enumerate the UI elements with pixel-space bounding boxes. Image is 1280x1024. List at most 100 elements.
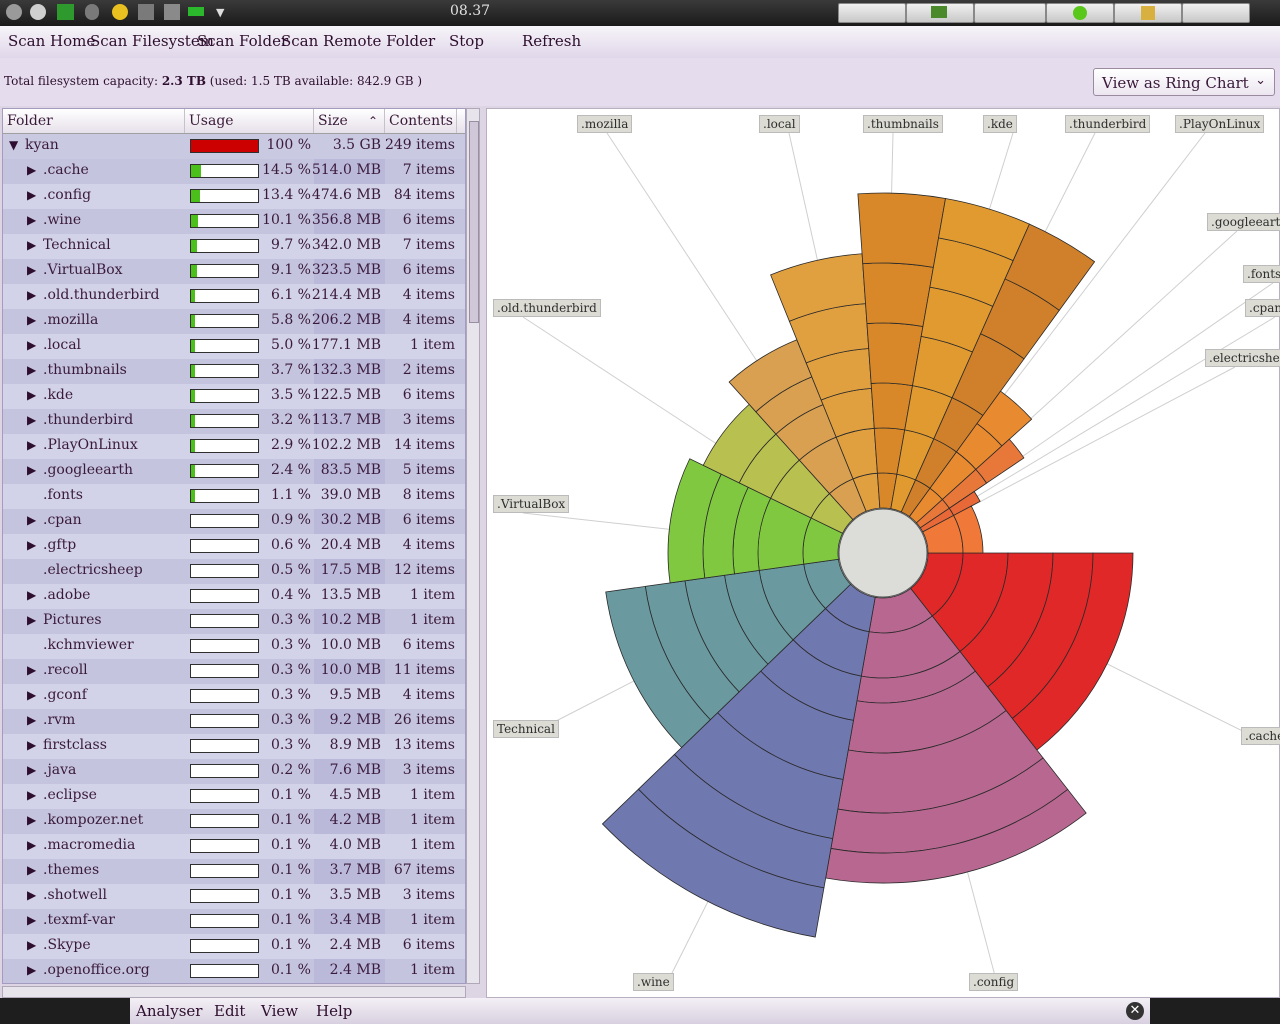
size-column-header[interactable]: Size ⌃ xyxy=(314,109,385,133)
expander-collapsed-icon[interactable]: ▶ xyxy=(27,613,36,627)
expander-collapsed-icon[interactable]: ▶ xyxy=(27,513,36,527)
table-row[interactable]: ▶ .config 13.4 % 474.6 MB 84 items xyxy=(3,184,465,209)
table-row[interactable]: ▶ Technical 9.7 % 342.0 MB 7 items xyxy=(3,234,465,259)
expander-collapsed-icon[interactable]: ▶ xyxy=(27,963,36,977)
table-row[interactable]: ▶ .cache 14.5 % 514.0 MB 7 items xyxy=(3,159,465,184)
table-row[interactable]: ▶ Pictures 0.3 % 10.2 MB 1 item xyxy=(3,609,465,634)
task-button[interactable] xyxy=(838,3,906,23)
expander-collapsed-icon[interactable]: ▶ xyxy=(27,813,36,827)
expander-collapsed-icon[interactable]: ▶ xyxy=(27,238,36,252)
clock-applet-icon[interactable] xyxy=(30,4,46,20)
table-row[interactable]: ▶ .wine 10.1 % 356.8 MB 6 items xyxy=(3,209,465,234)
menu-view[interactable]: View xyxy=(261,1002,298,1020)
expander-collapsed-icon[interactable]: ▶ xyxy=(27,713,36,727)
tool-icon[interactable] xyxy=(138,4,154,20)
view-mode-select[interactable]: View as Ring Chart ⌄ xyxy=(1093,68,1275,96)
close-icon[interactable]: ✕ xyxy=(1126,1002,1144,1020)
clock[interactable]: 08.37 xyxy=(450,3,490,19)
table-row[interactable]: ▶ .old.thunderbird 6.1 % 214.4 MB 4 items xyxy=(3,284,465,309)
app-menu-icon[interactable] xyxy=(6,4,22,20)
table-row[interactable]: ▶ .googleearth 2.4 % 83.5 MB 5 items xyxy=(3,459,465,484)
ring-chart[interactable] xyxy=(487,109,1279,997)
table-row[interactable]: ▶ .gconf 0.3 % 9.5 MB 4 items xyxy=(3,684,465,709)
ring-center[interactable] xyxy=(838,508,928,598)
expander-collapsed-icon[interactable]: ▶ xyxy=(27,338,36,352)
folder-tree[interactable]: Folder Usage Size ⌃ Contents ▼ kyan 100 % 3.… xyxy=(2,108,466,984)
table-row[interactable]: ▶ .openoffice.org 0.1 % 2.4 MB 1 item xyxy=(3,959,465,983)
table-row[interactable]: ▶ .texmf-var 0.1 % 3.4 MB 1 item xyxy=(3,909,465,934)
table-row[interactable]: ▶ .Skype 0.1 % 2.4 MB 6 items xyxy=(3,934,465,959)
expander-collapsed-icon[interactable]: ▶ xyxy=(27,463,36,477)
scan-home-button[interactable]: Scan Home xyxy=(8,32,95,50)
table-row[interactable]: ▶ .VirtualBox 9.1 % 323.5 MB 6 items xyxy=(3,259,465,284)
stop-button[interactable]: Stop xyxy=(449,32,484,50)
contents-column-header[interactable]: Contents xyxy=(385,109,457,133)
table-row[interactable]: ▶ .rvm 0.3 % 9.2 MB 26 items xyxy=(3,709,465,734)
vertical-scrollbar[interactable] xyxy=(466,108,480,984)
expander-collapsed-icon[interactable]: ▶ xyxy=(27,888,36,902)
horizontal-scrollbar[interactable] xyxy=(2,986,466,998)
expander-collapsed-icon[interactable]: ▶ xyxy=(27,388,36,402)
scan-folder-button[interactable]: Scan Folder xyxy=(197,32,288,50)
scan-remote-folder-button[interactable]: Scan Remote Folder xyxy=(281,32,435,50)
table-row[interactable]: ▶ firstclass 0.3 % 8.9 MB 13 items xyxy=(3,734,465,759)
broom-icon[interactable] xyxy=(164,4,180,20)
menu-edit[interactable]: Edit xyxy=(214,1002,245,1020)
table-row[interactable]: ▼ kyan 100 % 3.5 GB 249 items xyxy=(3,134,465,159)
expander-collapsed-icon[interactable]: ▶ xyxy=(27,163,36,177)
expander-collapsed-icon[interactable]: ▶ xyxy=(27,588,36,602)
refresh-button[interactable]: Refresh xyxy=(522,32,581,50)
task-button-4[interactable] xyxy=(1114,3,1182,23)
ring-chart-panel[interactable]: .mozilla .local .thumbnails .kde .thunderbir… xyxy=(486,108,1280,998)
expander-collapsed-icon[interactable]: ▶ xyxy=(27,663,36,677)
folder-column-header[interactable]: Folder xyxy=(3,109,185,133)
table-row[interactable]: ▶ .adobe 0.4 % 13.5 MB 1 item xyxy=(3,584,465,609)
table-row[interactable]: ▶ .themes 0.1 % 3.7 MB 67 items xyxy=(3,859,465,884)
expander-collapsed-icon[interactable]: ▶ xyxy=(27,688,36,702)
thumbnails-segment[interactable] xyxy=(857,192,946,268)
task-button-3[interactable] xyxy=(1046,3,1114,23)
refresh-icon[interactable] xyxy=(85,4,99,20)
table-row[interactable]: ▶ .macromedia 0.1 % 4.0 MB 1 item xyxy=(3,834,465,859)
table-row[interactable]: ▶ .PlayOnLinux 2.9 % 102.2 MB 14 items xyxy=(3,434,465,459)
table-row[interactable]: ▶ .thumbnails 3.7 % 132.3 MB 2 items xyxy=(3,359,465,384)
home-task-button[interactable] xyxy=(906,3,974,23)
table-row[interactable]: ▶ .shotwell 0.1 % 3.5 MB 3 items xyxy=(3,884,465,909)
expander-collapsed-icon[interactable]: ▶ xyxy=(27,313,36,327)
table-row[interactable]: ▶ .java 0.2 % 7.6 MB 3 items xyxy=(3,759,465,784)
usage-column-header[interactable]: Usage xyxy=(185,109,314,133)
table-row[interactable]: .kchmviewer 0.3 % 10.0 MB 6 items xyxy=(3,634,465,659)
expander-collapsed-icon[interactable]: ▶ xyxy=(27,438,36,452)
table-row[interactable]: ▶ .local 5.0 % 177.1 MB 1 item xyxy=(3,334,465,359)
table-row[interactable]: ▶ .eclipse 0.1 % 4.5 MB 1 item xyxy=(3,784,465,809)
task-button-2[interactable] xyxy=(974,3,1046,23)
expander-collapsed-icon[interactable]: ▶ xyxy=(27,538,36,552)
table-row[interactable]: .electricsheep 0.5 % 17.5 MB 12 items xyxy=(3,559,465,584)
expander-collapsed-icon[interactable]: ▶ xyxy=(27,863,36,877)
table-row[interactable]: ▶ .kde 3.5 % 122.5 MB 6 items xyxy=(3,384,465,409)
battery-icon[interactable] xyxy=(188,7,204,16)
expander-collapsed-icon[interactable]: ▶ xyxy=(27,763,36,777)
table-row[interactable]: ▶ .cpan 0.9 % 30.2 MB 6 items xyxy=(3,509,465,534)
expander-collapsed-icon[interactable]: ▶ xyxy=(27,288,36,302)
menu-help[interactable]: Help xyxy=(316,1002,352,1020)
expander-expanded-icon[interactable]: ▼ xyxy=(9,138,18,152)
expander-collapsed-icon[interactable]: ▶ xyxy=(27,413,36,427)
expander-collapsed-icon[interactable]: ▶ xyxy=(27,938,36,952)
table-row[interactable]: ▶ .gftp 0.6 % 20.4 MB 4 items xyxy=(3,534,465,559)
table-row[interactable]: ▶ .thunderbird 3.2 % 113.7 MB 3 items xyxy=(3,409,465,434)
dropdown-arrow-icon[interactable]: ▼ xyxy=(216,6,226,22)
expander-collapsed-icon[interactable]: ▶ xyxy=(27,738,36,752)
table-row[interactable]: .fonts 1.1 % 39.0 MB 8 items xyxy=(3,484,465,509)
expander-collapsed-icon[interactable]: ▶ xyxy=(27,263,36,277)
table-row[interactable]: ▶ .recoll 0.3 % 10.0 MB 11 items xyxy=(3,659,465,684)
table-row[interactable]: ▶ .kompozer.net 0.1 % 4.2 MB 1 item xyxy=(3,809,465,834)
scan-filesystem-button[interactable]: Scan Filesystem xyxy=(90,32,214,50)
smiley-icon[interactable] xyxy=(112,4,128,20)
thumbnails-segment[interactable] xyxy=(862,262,934,327)
task-button-5[interactable] xyxy=(1182,3,1250,23)
mail-icon[interactable] xyxy=(57,4,74,20)
expander-collapsed-icon[interactable]: ▶ xyxy=(27,913,36,927)
expander-collapsed-icon[interactable]: ▶ xyxy=(27,213,36,227)
expander-collapsed-icon[interactable]: ▶ xyxy=(27,788,36,802)
